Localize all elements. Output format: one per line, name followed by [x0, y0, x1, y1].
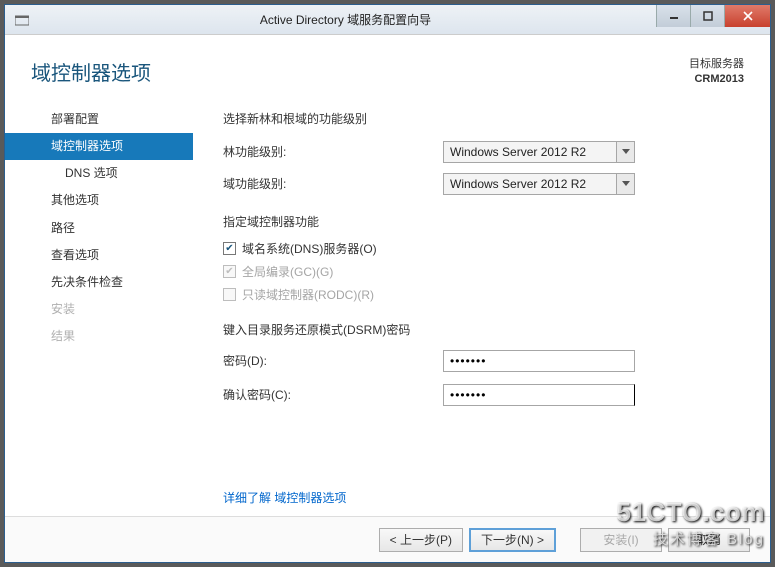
- step-results: 结果: [5, 323, 193, 350]
- gc-checkbox-label: 全局编录(GC)(G): [242, 263, 333, 280]
- step-review-options[interactable]: 查看选项: [5, 242, 193, 269]
- step-additional-options[interactable]: 其他选项: [5, 187, 193, 214]
- forest-level-combo[interactable]: Windows Server 2012 R2: [443, 141, 635, 163]
- wizard-window: Active Directory 域服务配置向导 域控制器选项 目标服务器 CR…: [4, 4, 771, 563]
- page-header: 域控制器选项 目标服务器 CRM2013: [5, 35, 770, 96]
- capabilities-heading: 指定域控制器功能: [223, 213, 740, 230]
- confirm-password-input[interactable]: [443, 384, 635, 406]
- dns-checkbox[interactable]: ✔: [223, 242, 236, 255]
- window-buttons: [656, 5, 770, 34]
- password-label: 密码(D):: [223, 352, 443, 369]
- password-row: 密码(D):: [223, 350, 740, 372]
- functional-level-heading: 选择新林和根域的功能级别: [223, 110, 740, 127]
- confirm-password-row: 确认密码(C):: [223, 384, 740, 406]
- system-icon: [9, 7, 35, 33]
- window-title: Active Directory 域服务配置向导: [35, 11, 656, 28]
- domain-level-label: 域功能级别:: [223, 175, 443, 192]
- content-area: 域控制器选项 目标服务器 CRM2013 部署配置 域控制器选项 DNS 选项 …: [5, 35, 770, 562]
- wizard-footer: < 上一步(P) 下一步(N) > 安装(I) 取消: [5, 516, 770, 562]
- domain-level-row: 域功能级别: Windows Server 2012 R2: [223, 173, 740, 195]
- gc-checkbox-row: ✔ 全局编录(GC)(G): [223, 263, 740, 280]
- forest-level-label: 林功能级别:: [223, 143, 443, 160]
- domain-level-combo[interactable]: Windows Server 2012 R2: [443, 173, 635, 195]
- dns-checkbox-label: 域名系统(DNS)服务器(O): [242, 240, 377, 257]
- gc-checkbox: ✔: [223, 265, 236, 278]
- dsrm-heading: 键入目录服务还原模式(DSRM)密码: [223, 321, 740, 338]
- page-title: 域控制器选项: [31, 57, 151, 88]
- step-dns-options[interactable]: DNS 选项: [5, 160, 193, 187]
- chevron-down-icon[interactable]: [616, 174, 634, 194]
- step-dc-options[interactable]: 域控制器选项: [5, 133, 193, 160]
- install-button: 安装(I): [580, 528, 662, 552]
- main-panel: 选择新林和根域的功能级别 林功能级别: Windows Server 2012 …: [193, 96, 770, 418]
- body: 部署配置 域控制器选项 DNS 选项 其他选项 路径 查看选项 先决条件检查 安…: [5, 96, 770, 418]
- password-input[interactable]: [443, 350, 635, 372]
- cancel-button[interactable]: 取消: [668, 528, 750, 552]
- rodc-checkbox-row: 只读域控制器(RODC)(R): [223, 286, 740, 303]
- close-button[interactable]: [724, 5, 770, 27]
- minimize-button[interactable]: [656, 5, 690, 27]
- dns-checkbox-row: ✔ 域名系统(DNS)服务器(O): [223, 240, 740, 257]
- forest-level-value: Windows Server 2012 R2: [444, 145, 616, 159]
- step-prereq-check[interactable]: 先决条件检查: [5, 269, 193, 296]
- forest-level-row: 林功能级别: Windows Server 2012 R2: [223, 141, 740, 163]
- confirm-password-label: 确认密码(C):: [223, 386, 443, 403]
- target-server-name: CRM2013: [689, 72, 744, 87]
- previous-button[interactable]: < 上一步(P): [379, 528, 463, 552]
- rodc-checkbox: [223, 288, 236, 301]
- wizard-steps-sidebar: 部署配置 域控制器选项 DNS 选项 其他选项 路径 查看选项 先决条件检查 安…: [5, 96, 193, 418]
- target-server-label: 目标服务器 CRM2013: [689, 57, 744, 88]
- maximize-button[interactable]: [690, 5, 724, 27]
- next-button[interactable]: 下一步(N) >: [469, 528, 556, 552]
- step-deployment-config[interactable]: 部署配置: [5, 106, 193, 133]
- rodc-checkbox-label: 只读域控制器(RODC)(R): [242, 286, 374, 303]
- chevron-down-icon[interactable]: [616, 142, 634, 162]
- step-paths[interactable]: 路径: [5, 215, 193, 242]
- target-label-text: 目标服务器: [689, 57, 744, 72]
- title-bar: Active Directory 域服务配置向导: [5, 5, 770, 35]
- domain-level-value: Windows Server 2012 R2: [444, 177, 616, 191]
- learn-more-link[interactable]: 详细了解 域控制器选项: [223, 489, 346, 506]
- step-install: 安装: [5, 296, 193, 323]
